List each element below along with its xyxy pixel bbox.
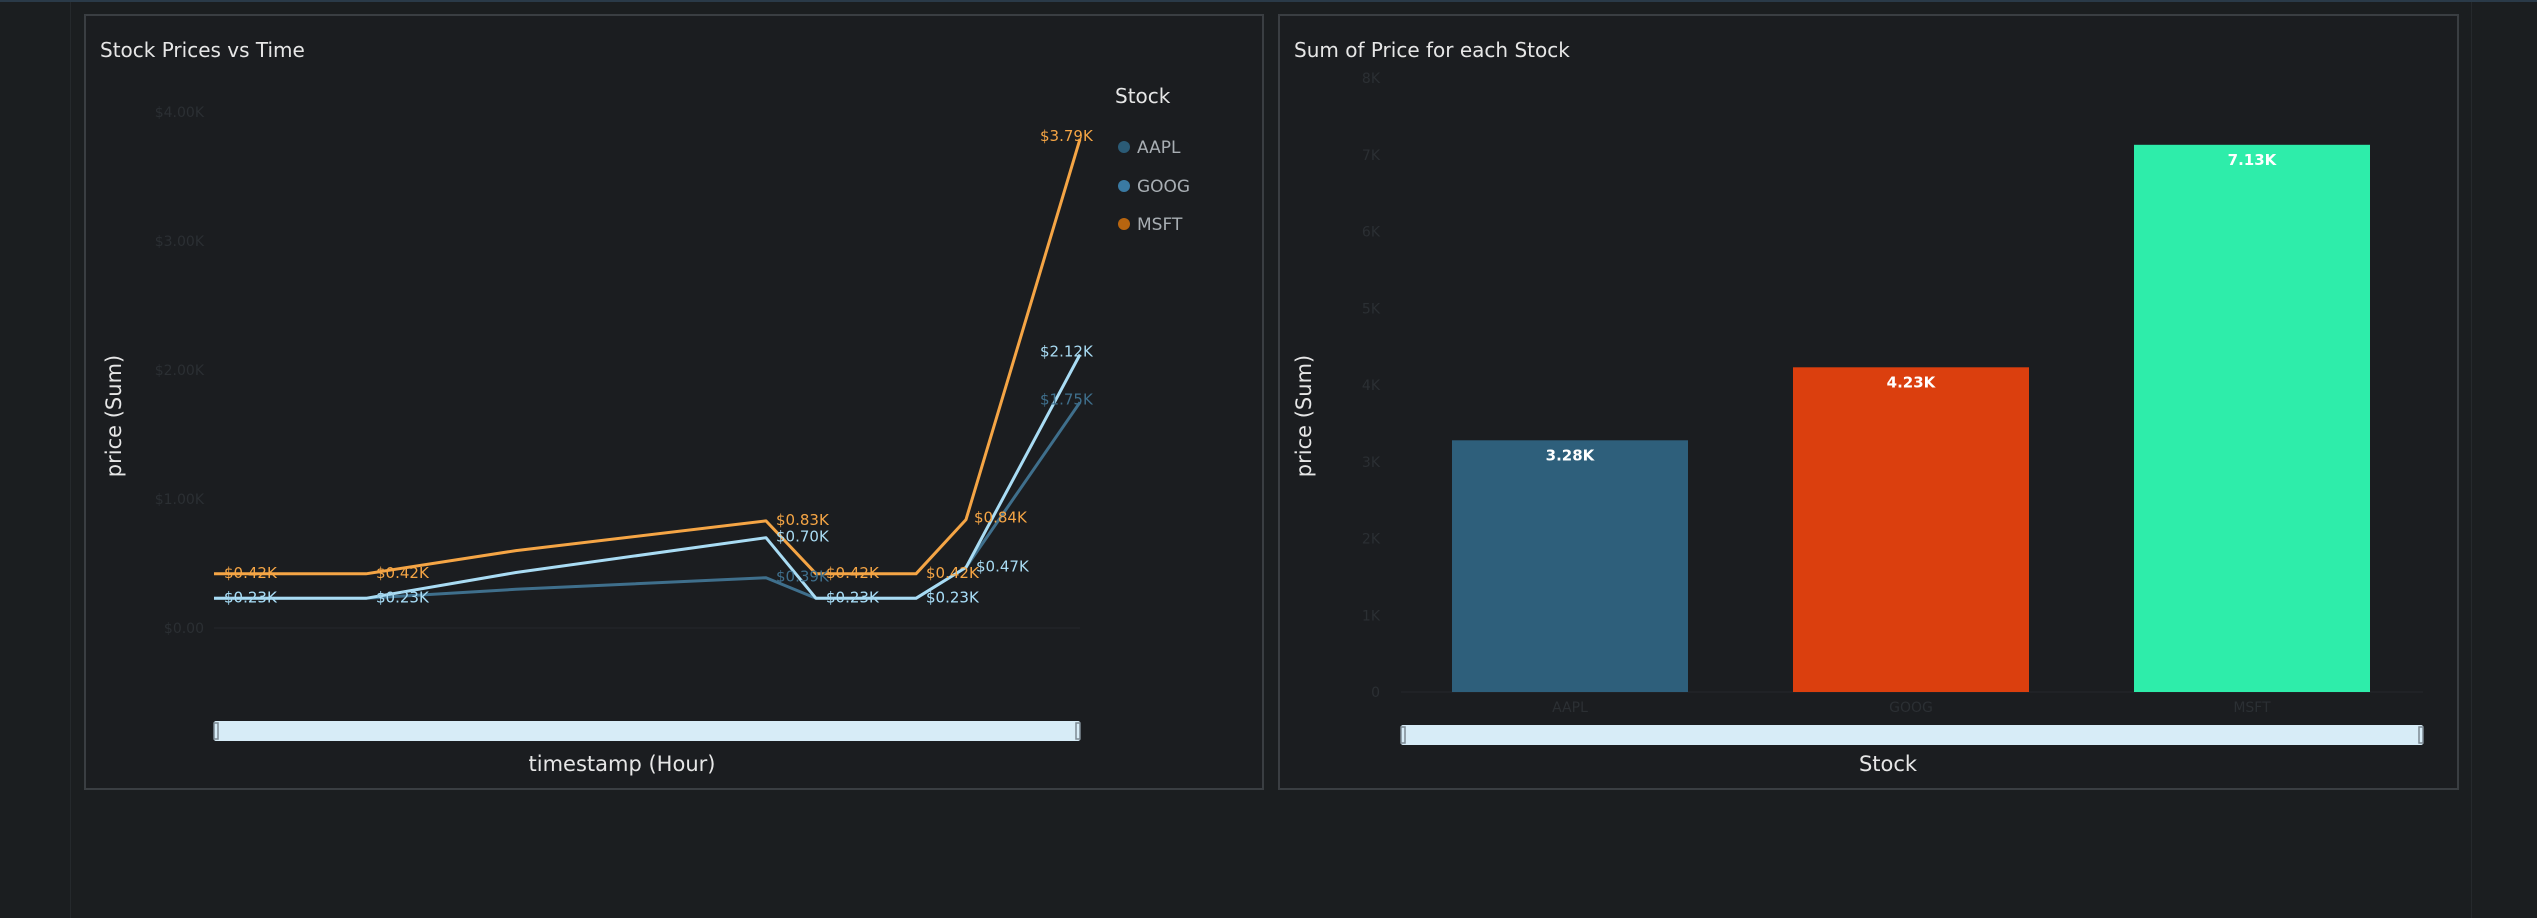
bar-x-scrollbar[interactable] xyxy=(1401,725,2423,745)
legend-label-goog: GOOG xyxy=(1137,177,1190,197)
data-label-goog: $0.23K xyxy=(826,588,880,606)
bar-y-tick-label: 4K xyxy=(1362,378,1381,394)
data-label-msft: $0.42K xyxy=(826,564,880,582)
bar-y-tick-label: 8K xyxy=(1362,71,1381,87)
legend-marker-aapl xyxy=(1118,141,1130,153)
data-label-goog: $2.12K xyxy=(1040,343,1094,361)
bar-y-tick-label: 2K xyxy=(1362,532,1381,548)
data-label-msft: $0.42K xyxy=(224,564,278,582)
data-label-msft: $0.83K xyxy=(776,511,830,529)
legend-item-aapl[interactable]: AAPL xyxy=(1118,138,1181,158)
legend-item-goog[interactable]: GOOG xyxy=(1118,177,1190,197)
bar-msft[interactable] xyxy=(2134,144,2370,693)
bar-goog[interactable] xyxy=(1793,367,2029,692)
data-label-msft: $3.79K xyxy=(1040,127,1094,145)
data-label-msft: $0.42K xyxy=(926,564,980,582)
bar-y-tick-label: 1K xyxy=(1362,608,1381,624)
data-label-msft: $0.84K xyxy=(974,509,1028,527)
data-label-msft: $0.42K xyxy=(376,564,430,582)
line-y-tick-label: $1.00K xyxy=(155,492,205,508)
legend-marker-msft xyxy=(1118,218,1130,230)
legend-marker-goog xyxy=(1118,180,1130,192)
line-y-axis-label: price (Sum) xyxy=(102,355,126,477)
bar-category-label: AAPL xyxy=(1552,700,1588,716)
bar-aapl[interactable] xyxy=(1452,440,1688,692)
bar-y-tick-label: 3K xyxy=(1362,455,1381,471)
bar-x-axis-label: Stock xyxy=(1859,752,1918,776)
legend-label-msft: MSFT xyxy=(1137,215,1183,235)
bar-value-label-goog: 4.23K xyxy=(1887,373,1937,391)
series-line-msft[interactable] xyxy=(214,138,1082,576)
bar-y-tick-label: 6K xyxy=(1362,225,1381,241)
bar-category-label: MSFT xyxy=(2233,700,2271,716)
series-line-goog[interactable] xyxy=(214,353,1082,600)
legend-title: Stock xyxy=(1115,84,1171,108)
line-y-tick-label: $4.00K xyxy=(155,105,205,121)
bar-category-label: GOOG xyxy=(1889,700,1933,716)
data-label-goog: $0.47K xyxy=(976,557,1030,575)
data-label-goog: $0.23K xyxy=(926,588,980,606)
legend-label-aapl: AAPL xyxy=(1137,138,1181,158)
data-label-aapl: $1.75K xyxy=(1040,390,1094,408)
bar-chart-panel[interactable]: Sum of Price for each Stock price (Sum) … xyxy=(1278,14,2459,790)
line-chart-svg[interactable]: price (Sum) timestamp (Hour) $0.00 $1.00K… xyxy=(86,16,1262,788)
data-label-goog: $0.70K xyxy=(776,528,830,546)
line-y-tick-label: $3.00K xyxy=(155,234,205,250)
data-label-goog: $0.23K xyxy=(224,588,278,606)
data-label-goog: $0.23K xyxy=(376,588,430,606)
bar-value-label-msft: 7.13K xyxy=(2228,151,2278,169)
line-x-axis-label: timestamp (Hour) xyxy=(529,752,716,776)
line-y-tick-label: $2.00K xyxy=(155,363,205,379)
bar-y-tick-label: 7K xyxy=(1362,148,1381,164)
line-x-scrollbar[interactable] xyxy=(214,721,1080,741)
line-y-tick-label: $0.00 xyxy=(164,621,204,637)
bar-y-tick-label: 0 xyxy=(1371,685,1380,701)
line-chart-panel[interactable]: Stock Prices vs Time price (Sum) timesta… xyxy=(84,14,1264,790)
bar-y-tick-label: 5K xyxy=(1362,301,1381,317)
bar-y-axis-label: price (Sum) xyxy=(1292,355,1316,477)
bar-value-label-aapl: 3.28K xyxy=(1546,446,1596,464)
data-label-aapl: $0.39K xyxy=(776,568,830,586)
bar-chart-svg[interactable]: price (Sum) Stock 0 1K 2K 3K 4K 5K 6K 7K 8K 3.28… xyxy=(1280,16,2457,788)
legend-item-msft[interactable]: MSFT xyxy=(1118,215,1183,235)
